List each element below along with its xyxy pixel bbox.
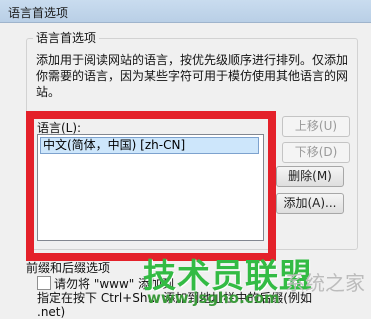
suffix-hint-text: 指定在按下 Ctrl+Sh… 添加到地址栏中的后缀(例如 .net): [37, 291, 312, 319]
remove-button[interactable]: 删除(M): [276, 166, 344, 187]
move-down-button[interactable]: 下移(D): [282, 142, 350, 163]
list-item[interactable]: 中文(简体，中国) [zh-CN]: [40, 137, 259, 154]
window-title: 语言首选项: [8, 6, 69, 20]
www-checkbox[interactable]: [37, 276, 51, 290]
group-legend: 语言首选项: [33, 29, 100, 46]
title-bar: 语言首选项: [0, 0, 371, 23]
languages-listbox[interactable]: 中文(简体，中国) [zh-CN]: [37, 134, 264, 241]
suffix-options-legend: 前缀和后缀选项: [26, 261, 111, 275]
www-checkbox-label: 请勿将 "www" 添加到: [54, 277, 175, 291]
group-description: 添加用于阅读网站的语言，按优先级顺序进行排列。仅添加你需要的语言，因为某些字符可…: [36, 53, 349, 99]
dialog-body: 语言首选项 添加用于阅读网站的语言，按优先级顺序进行排列。仅添加你需要的语言，因…: [0, 23, 371, 319]
add-button[interactable]: 添加(A)...: [276, 193, 344, 214]
move-up-button[interactable]: 上移(U): [282, 116, 350, 137]
